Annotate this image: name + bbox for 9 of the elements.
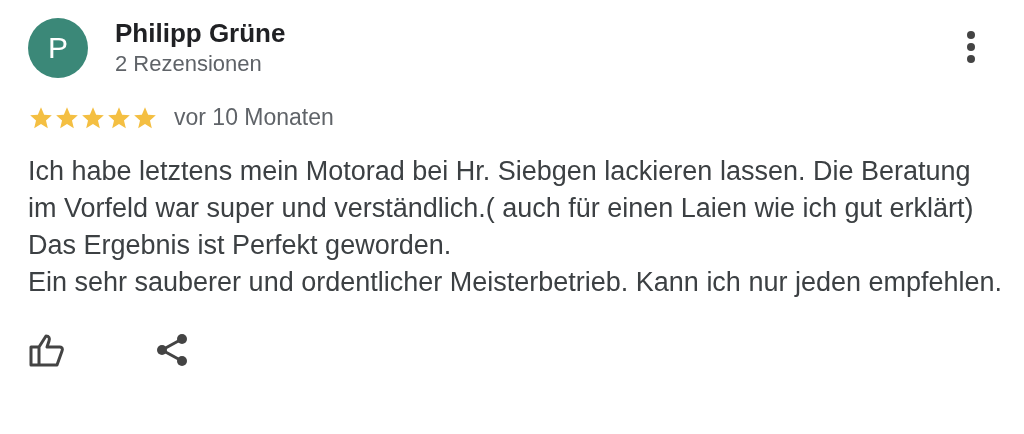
review-text: Ein sehr sauberer und ordentlicher Meisterbetrieb. Kann ich nur jeden empfehlen. xyxy=(28,266,1003,299)
thumbs-up-icon[interactable] xyxy=(28,333,66,367)
share-icon[interactable] xyxy=(156,333,188,367)
review-date: vor 10 Monaten xyxy=(174,104,334,131)
more-options-icon[interactable] xyxy=(966,30,976,64)
review-count: 2 Rezensionen xyxy=(115,50,263,78)
author-name[interactable]: Philipp Grüne xyxy=(115,18,286,48)
review-text: Ich habe letztens mein Motorad bei Hr. Siebgen lackieren lassen. Die Beratung im Vorfeld war super und verständlich.( auch für einen Laien wie ich gut erklärt) Das Ergebnis ist Perfekt geworden. xyxy=(28,155,975,262)
avatar: P xyxy=(28,18,88,78)
